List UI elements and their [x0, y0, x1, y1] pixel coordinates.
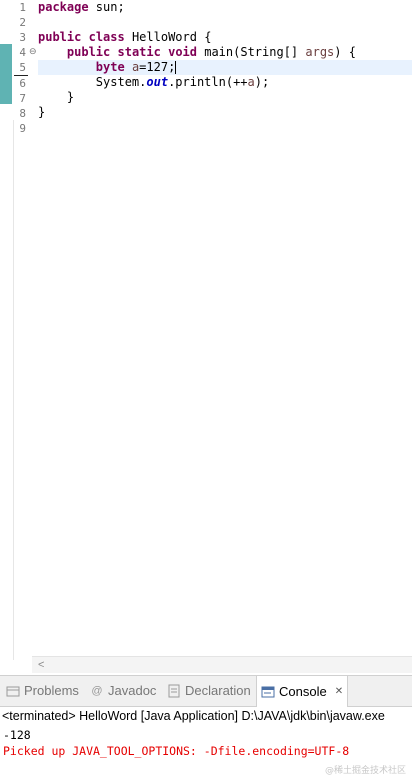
static-field: out [146, 75, 169, 89]
problems-icon [6, 684, 20, 698]
code-line-1: package sun; [38, 0, 412, 15]
code-text: System. [38, 75, 147, 89]
line-number: 3 [19, 31, 26, 44]
tab-javadoc[interactable]: @ Javadoc [86, 676, 160, 706]
line-number: 1 [19, 1, 26, 14]
close-icon[interactable]: ✕ [335, 677, 343, 707]
line-number: 6 [19, 77, 26, 90]
line-number: 7 [19, 92, 26, 105]
console-icon [261, 685, 275, 699]
code-line-7: } [38, 90, 412, 105]
keyword: package [38, 0, 89, 14]
tab-declaration[interactable]: Declaration [163, 676, 255, 706]
line-number: 8 [19, 107, 26, 120]
code-text: ) { [334, 45, 356, 59]
line-number: 4 [19, 46, 26, 59]
variable: args [305, 45, 335, 59]
line-number: 2 [19, 16, 26, 29]
code-text: =127; [139, 60, 176, 74]
line-number: 9 [19, 122, 26, 135]
watermark: @稀土掘金技术社区 [324, 766, 406, 776]
tab-problems[interactable]: Problems [2, 676, 83, 706]
code-text: HelloWord { [124, 30, 212, 44]
code-editor[interactable]: 1 2 3 4 5 6 7 8 9 ⊖ package sun; public … [0, 0, 412, 675]
keyword: static [117, 45, 161, 59]
at-icon: @ [91, 685, 103, 697]
line-number-gutter: 1 2 3 4 5 6 7 8 9 ⊖ [0, 0, 37, 675]
code-line-6: System.out.println(++a); [38, 75, 412, 90]
code-line-3: public class HelloWord { [38, 30, 412, 45]
fold-collapse-icon[interactable]: ⊖ [29, 45, 37, 60]
variable: a [247, 75, 255, 89]
console-output-line: -128 [3, 728, 31, 742]
current-line-number: 5 [14, 60, 28, 76]
code-line-5-current: byte a=127; [38, 60, 412, 75]
keyword: public [66, 45, 111, 59]
horizontal-scrollbar[interactable]: < [32, 656, 412, 673]
declaration-icon [167, 684, 181, 698]
keyword: byte [95, 60, 125, 74]
keyword: class [88, 30, 125, 44]
code-text: .println(++ [168, 75, 248, 89]
tab-label: Javadoc [108, 683, 157, 698]
code-line-4: public static void main(String[] args) { [38, 45, 412, 60]
tab-console[interactable]: Console ✕ [256, 676, 349, 707]
keyword: void [168, 45, 197, 59]
view-tab-bar: Problems @ Javadoc Declaration Console ✕ [0, 675, 412, 707]
code-text: } [38, 105, 46, 119]
gutter-divider [13, 120, 14, 660]
code-line-8: } [38, 105, 412, 120]
source-code[interactable]: package sun; public class HelloWord { pu… [38, 0, 412, 135]
tab-label: Console [279, 683, 327, 699]
code-text: ); [254, 75, 270, 89]
text-caret [175, 61, 177, 74]
keyword: public [38, 30, 82, 44]
code-text: } [38, 90, 75, 104]
console-status-header: <terminated> HelloWord [Java Application… [2, 709, 385, 723]
scroll-left-icon[interactable]: < [38, 657, 44, 673]
code-text: sun; [88, 0, 125, 14]
console-error-line: Picked up JAVA_TOOL_OPTIONS: -Dfile.enco… [3, 744, 350, 758]
tab-label: Declaration [185, 683, 251, 698]
tab-label: Problems [24, 683, 79, 698]
code-text: main(String[] [197, 45, 306, 59]
